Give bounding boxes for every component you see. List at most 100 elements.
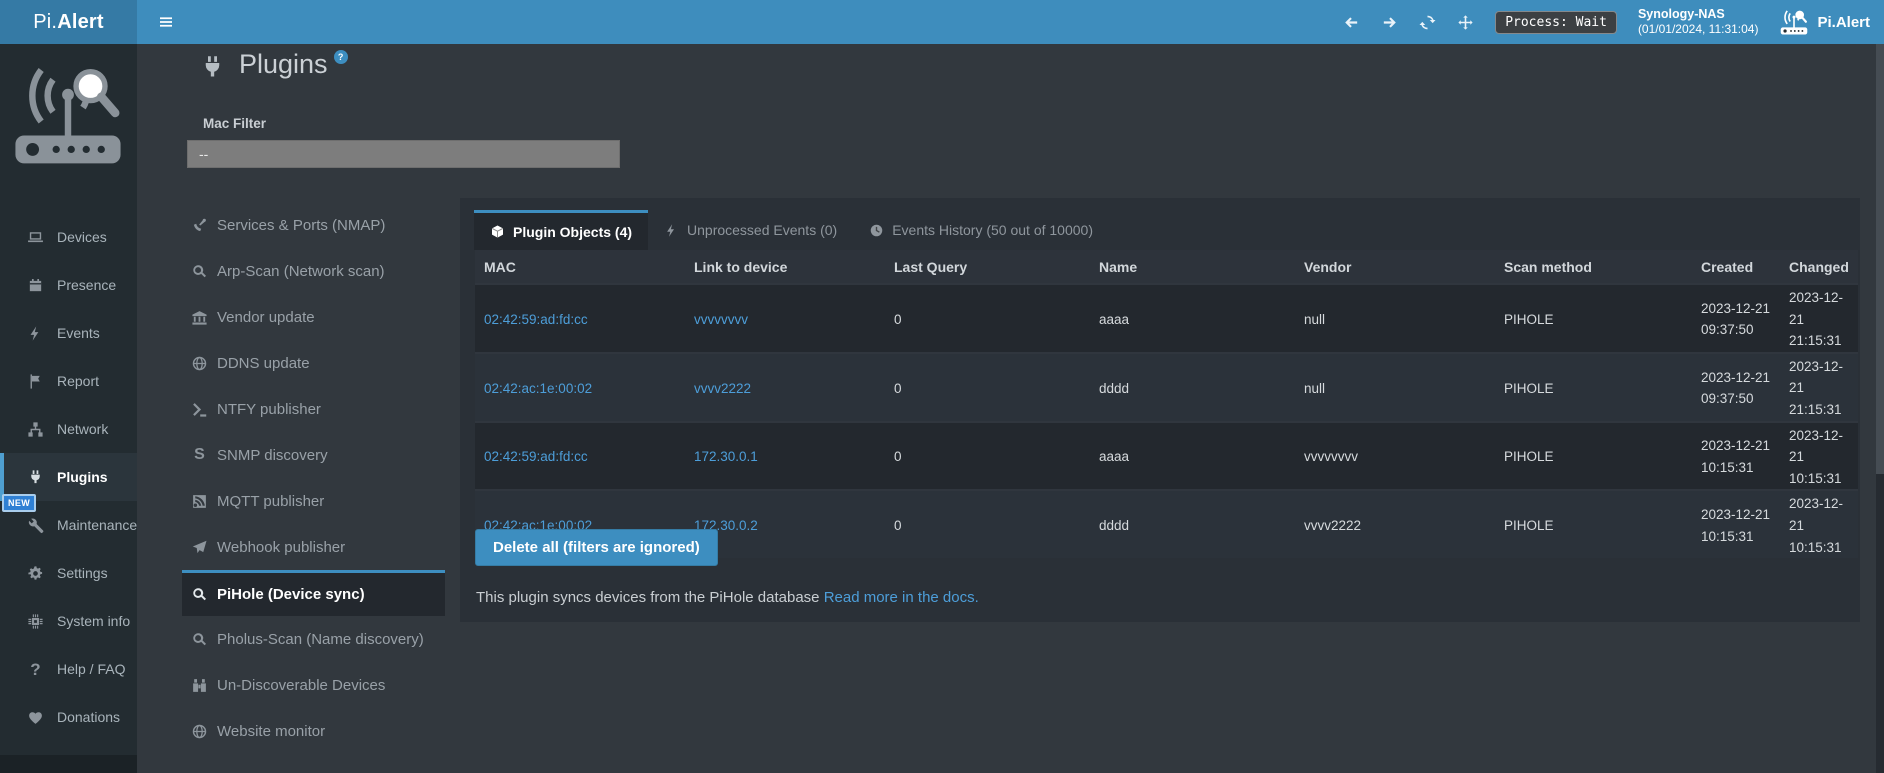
cell-last-query: 0 <box>885 284 1090 353</box>
sidebar-item-events[interactable]: Events <box>0 309 137 357</box>
heart-icon <box>27 709 44 726</box>
brand-logo[interactable]: Pi.Alert <box>0 0 137 44</box>
plugin-nav-label: Pholus-Scan (Name discovery) <box>217 631 424 648</box>
tab-events-history-50-out-of-10000[interactable]: Events History (50 out of 10000) <box>853 210 1109 250</box>
mac-filter-input[interactable] <box>187 140 620 168</box>
cube-icon <box>490 224 505 239</box>
host-info: Synology-NAS (01/01/2024, 11:31:04) <box>1638 7 1759 38</box>
column-header-name: Name <box>1090 250 1295 284</box>
changed-line: 2023-12-21 <box>1789 356 1854 399</box>
column-header-mac: MAC <box>475 250 685 284</box>
device-link[interactable]: 172.30.0.1 <box>694 449 758 464</box>
help-badge[interactable]: ? <box>334 50 348 64</box>
device-link[interactable]: vvvv2222 <box>694 381 751 396</box>
laptop-icon <box>27 229 44 246</box>
mac-link[interactable]: 02:42:59:ad:fd:cc <box>484 312 588 327</box>
sidebar-item-system-info[interactable]: System info <box>0 597 137 645</box>
plugin-nav-label: DDNS update <box>217 355 310 372</box>
sidebar-item-settings[interactable]: Settings <box>0 549 137 597</box>
plug-icon <box>199 52 226 83</box>
move-button[interactable] <box>1457 14 1474 31</box>
delete-all-button[interactable]: Delete all (filters are ignored) <box>475 529 718 566</box>
plugin-nav-item-ntfy-publisher[interactable]: NTFY publisher <box>182 386 445 432</box>
tab-plugin-objects-4[interactable]: Plugin Objects (4) <box>474 210 648 250</box>
mac-link[interactable]: 02:42:ac:1e:00:02 <box>484 381 592 396</box>
sidebar-item-report[interactable]: Report <box>0 357 137 405</box>
letter-s-icon: S <box>191 447 208 464</box>
nav-back-button[interactable] <box>1343 14 1360 31</box>
device-link[interactable]: vvvvvvvv <box>694 312 748 327</box>
sidebar-item-label: Help / FAQ <box>57 661 125 677</box>
page-scrollbar[interactable] <box>1876 44 1884 773</box>
plugin-nav-item-pholus-scan-name-discovery[interactable]: Pholus-Scan (Name discovery) <box>182 616 445 662</box>
created-line: 09:37:50 <box>1701 388 1776 410</box>
cell-scan-method: PIHOLE <box>1495 422 1692 491</box>
page-title-text: Plugins <box>239 49 328 80</box>
cell-link-to-device: vvvvvvvv <box>685 284 885 353</box>
cell-scan-method: PIHOLE <box>1495 353 1692 422</box>
tab-unprocessed-events-0[interactable]: Unprocessed Events (0) <box>648 210 853 250</box>
sidebar-item-maintenance[interactable]: MaintenanceNEW <box>0 501 137 549</box>
mac-filter-label: Mac Filter <box>203 116 266 131</box>
sidebar-item-label: Events <box>57 325 100 341</box>
host-timestamp: (01/01/2024, 11:31:04) <box>1638 22 1759 37</box>
sidebar-footer <box>0 755 137 773</box>
plugin-objects-table: MACLink to deviceLast QueryNameVendorSca… <box>475 250 1858 558</box>
globe-icon <box>191 355 208 372</box>
plugin-nav-item-website-monitor[interactable]: Website monitor <box>182 708 445 754</box>
plugin-nav-item-pihole-device-sync[interactable]: PiHole (Device sync) <box>182 570 445 616</box>
column-header-created: Created <box>1692 250 1780 284</box>
brand-prefix: Pi. <box>33 11 57 33</box>
plugin-nav-item-services-ports-nmap[interactable]: Services & Ports (NMAP) <box>182 202 445 248</box>
plugin-description: This plugin syncs devices from the PiHol… <box>476 589 979 606</box>
scrollbar-thumb[interactable] <box>1876 44 1884 474</box>
read-docs-link[interactable]: Read more in the docs. <box>824 589 979 606</box>
plugin-nav-item-vendor-update[interactable]: Vendor update <box>182 294 445 340</box>
cell-name: dddd <box>1090 490 1295 558</box>
nav-forward-button[interactable] <box>1381 14 1398 31</box>
plugin-objects-table-wrap: MACLink to deviceLast QueryNameVendorSca… <box>475 250 1858 558</box>
plugin-nav-label: Vendor update <box>217 309 315 326</box>
mac-link[interactable]: 02:42:59:ad:fd:cc <box>484 449 588 464</box>
plugin-nav-item-un-discoverable-devices[interactable]: Un-Discoverable Devices <box>182 662 445 708</box>
cell-mac: 02:42:59:ad:fd:cc <box>475 422 685 491</box>
cell-changed: 2023-12-2121:15:31 <box>1780 284 1858 353</box>
table-header-row: MACLink to deviceLast QueryNameVendorSca… <box>475 250 1858 284</box>
column-header-changed: Changed <box>1780 250 1858 284</box>
header-right-cluster: Process: Wait Synology-NAS (01/01/2024, … <box>1343 0 1870 44</box>
sidebar-item-devices[interactable]: Devices <box>0 213 137 261</box>
sidebar-item-help-faq[interactable]: ?Help / FAQ <box>0 645 137 693</box>
cell-link-to-device: vvvv2222 <box>685 353 885 422</box>
plugin-nav-label: Website monitor <box>217 723 325 740</box>
created-line: 10:15:31 <box>1701 526 1776 548</box>
plugin-nav-item-mqtt-publisher[interactable]: MQTT publisher <box>182 478 445 524</box>
cell-vendor: vvvv2222 <box>1295 490 1495 558</box>
plugin-nav-item-webhook-publisher[interactable]: Webhook publisher <box>182 524 445 570</box>
changed-line: 21:15:31 <box>1789 399 1854 421</box>
plugin-nav-item-arp-scan-network-scan[interactable]: Arp-Scan (Network scan) <box>182 248 445 294</box>
refresh-button[interactable] <box>1419 14 1436 31</box>
cell-name: dddd <box>1090 353 1295 422</box>
plugin-nav: Services & Ports (NMAP)Arp-Scan (Network… <box>182 202 445 754</box>
cell-created: 2023-12-2109:37:50 <box>1692 284 1780 353</box>
sidebar-item-label: Devices <box>57 229 107 245</box>
created-line: 2023-12-21 <box>1701 298 1776 320</box>
cell-changed: 2023-12-2121:15:31 <box>1780 353 1858 422</box>
sidebar-item-donations[interactable]: Donations <box>0 693 137 741</box>
sidebar-item-presence[interactable]: Presence <box>0 261 137 309</box>
plugin-nav-item-ddns-update[interactable]: DDNS update <box>182 340 445 386</box>
sidebar-item-network[interactable]: Network <box>0 405 137 453</box>
rss-icon <box>191 493 208 510</box>
plugin-description-text: This plugin syncs devices from the PiHol… <box>476 589 824 606</box>
cell-created: 2023-12-2109:37:50 <box>1692 353 1780 422</box>
changed-line: 2023-12-21 <box>1789 425 1854 468</box>
table-row: 02:42:ac:1e:00:02vvvv22220ddddnullPIHOLE… <box>475 353 1858 422</box>
plugin-panel: Plugin Objects (4)Unprocessed Events (0)… <box>460 198 1860 622</box>
hamburger-icon <box>158 14 174 30</box>
plugin-nav-label: Un-Discoverable Devices <box>217 677 385 694</box>
header-brand-text: Pi.Alert <box>1817 14 1870 31</box>
sidebar-toggle-button[interactable] <box>148 0 184 44</box>
gear-icon <box>27 565 44 582</box>
sitemap-icon <box>27 421 44 438</box>
plugin-nav-item-snmp-discovery[interactable]: SSNMP discovery <box>182 432 445 478</box>
